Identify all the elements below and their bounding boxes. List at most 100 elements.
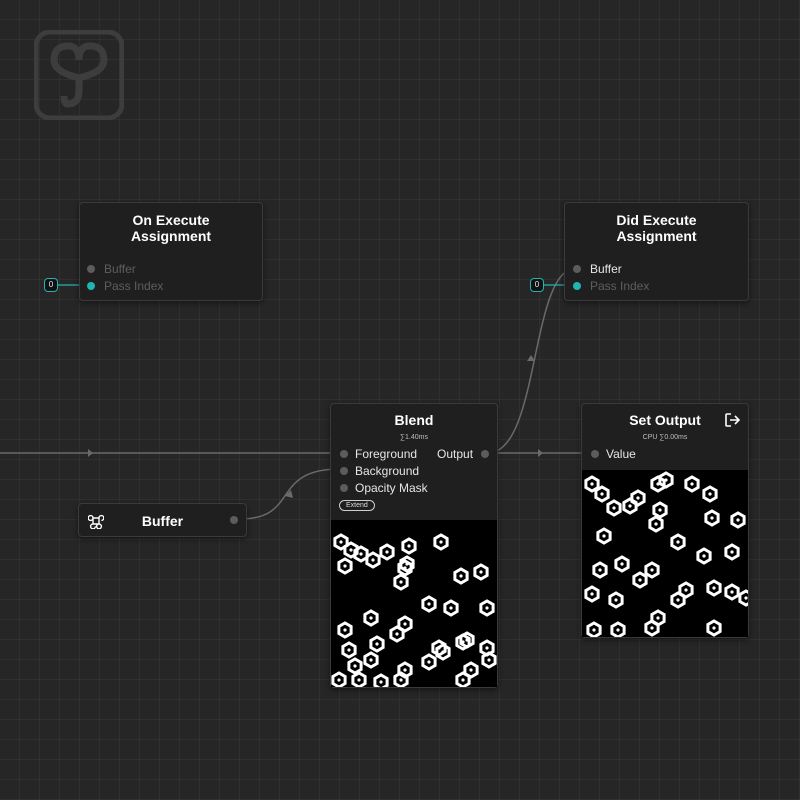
preview-image: [331, 520, 497, 687]
pattern-dot: [405, 562, 409, 566]
port-background-dot[interactable]: [340, 467, 348, 475]
port-buffer-label: Buffer: [104, 262, 136, 276]
pattern-dot: [664, 478, 668, 482]
pattern-dot: [399, 580, 403, 584]
pattern-dot: [403, 622, 407, 626]
pattern-dot: [592, 628, 596, 632]
pattern-dot: [441, 650, 445, 654]
port-pass-index-dot[interactable]: [573, 282, 581, 290]
pattern-dot: [395, 632, 399, 636]
pattern-dot: [602, 534, 606, 538]
pattern-dot: [399, 678, 403, 682]
node-set-output[interactable]: Set Output CPU ∑0.00ms Value: [581, 403, 749, 638]
port-buffer-dot[interactable]: [87, 265, 95, 273]
pattern-dot: [337, 678, 341, 682]
pattern-dot: [684, 588, 688, 592]
pattern-dot: [654, 522, 658, 526]
preview-pattern: [331, 533, 497, 687]
port-value-dot[interactable]: [591, 450, 599, 458]
wire-buffer-to-background: [239, 468, 341, 520]
pattern-dot: [736, 518, 740, 522]
port-pass-index-dot[interactable]: [87, 282, 95, 290]
pattern-dot: [379, 680, 383, 684]
pattern-dot: [339, 540, 343, 544]
port-buffer-dot[interactable]: [573, 265, 581, 273]
pattern-dot: [676, 598, 680, 602]
pattern-dot: [710, 516, 714, 520]
pattern-dot: [620, 562, 624, 566]
pattern-dot: [708, 492, 712, 496]
port-output-label: Output: [437, 447, 474, 461]
wire-output-to-did-execute-buffer: [487, 267, 577, 454]
node-did-execute-assignment[interactable]: Did Execute Assignment Buffer Pass Index: [564, 202, 749, 301]
pattern-dot: [347, 648, 351, 652]
pattern-dot: [461, 678, 465, 682]
wire-arrow: [285, 490, 293, 498]
pattern-dot: [730, 550, 734, 554]
port-output-dot[interactable]: [481, 450, 489, 458]
exit-icon[interactable]: [725, 413, 741, 427]
pattern-dot: [403, 668, 407, 672]
wire-arrow: [538, 449, 543, 457]
port-foreground-dot[interactable]: [340, 450, 348, 458]
pattern-dot: [427, 660, 431, 664]
pattern-dot: [485, 606, 489, 610]
port-background-label: Background: [355, 464, 420, 478]
port-buffer-label: Buffer: [590, 262, 622, 276]
pattern-dot: [638, 578, 642, 582]
pattern-dot: [427, 602, 431, 606]
pattern-dot: [702, 554, 706, 558]
node-title: Did Execute Assignment: [616, 212, 697, 244]
pattern-dot: [369, 616, 373, 620]
pattern-dot: [375, 642, 379, 646]
pattern-dot: [469, 668, 473, 672]
pattern-dot: [479, 570, 483, 574]
pattern-dot: [407, 544, 411, 548]
port-value-label: Value: [606, 447, 636, 461]
pattern-dot: [371, 558, 375, 562]
pass-index-input[interactable]: 0: [44, 278, 58, 292]
pattern-dot: [730, 590, 734, 594]
pattern-dot: [744, 596, 748, 600]
node-title: On Execute Assignment: [130, 212, 212, 244]
pattern-dot: [461, 640, 465, 644]
app-logo-icon: [34, 30, 124, 120]
port-output-dot[interactable]: [230, 516, 238, 524]
pattern-dot: [614, 598, 618, 602]
node-buffer[interactable]: Buffer: [78, 503, 247, 537]
port-pass-index-label: Pass Index: [104, 279, 164, 293]
pattern-dot: [650, 626, 654, 630]
mode-badge[interactable]: Extend: [339, 500, 375, 511]
pattern-dot: [598, 568, 602, 572]
pattern-dot: [628, 504, 632, 508]
pattern-dot: [357, 678, 361, 682]
pattern-dot: [658, 508, 662, 512]
pattern-dot: [712, 626, 716, 630]
port-opacity-mask-label: Opacity Mask: [355, 481, 428, 495]
pattern-dot: [650, 568, 654, 572]
pattern-dot: [349, 548, 353, 552]
preview-pattern: [584, 471, 748, 637]
pattern-dot: [449, 606, 453, 610]
timing-label: ∑1.40ms: [400, 434, 428, 441]
pattern-dot: [600, 492, 604, 496]
pattern-dot: [485, 646, 489, 650]
pattern-dot: [616, 628, 620, 632]
pattern-dot: [590, 592, 594, 596]
pass-index-input[interactable]: 0: [530, 278, 544, 292]
pattern-dot: [676, 540, 680, 544]
pattern-dot: [636, 496, 640, 500]
pattern-dot: [690, 482, 694, 486]
pattern-dot: [459, 574, 463, 578]
port-pass-index-label: Pass Index: [590, 279, 650, 293]
port-opacity-mask-dot[interactable]: [340, 484, 348, 492]
node-blend[interactable]: Blend ∑1.40ms Foreground Background Opac…: [330, 403, 498, 688]
preview-image: [582, 470, 748, 637]
wire-arrow: [527, 355, 535, 361]
node-on-execute-assignment[interactable]: On Execute Assignment Buffer Pass Index: [79, 202, 263, 301]
pattern-dot: [343, 564, 347, 568]
wire-arrow: [88, 449, 93, 457]
pattern-dot: [369, 658, 373, 662]
node-title: Blend: [394, 412, 434, 428]
pattern-dot: [353, 664, 357, 668]
